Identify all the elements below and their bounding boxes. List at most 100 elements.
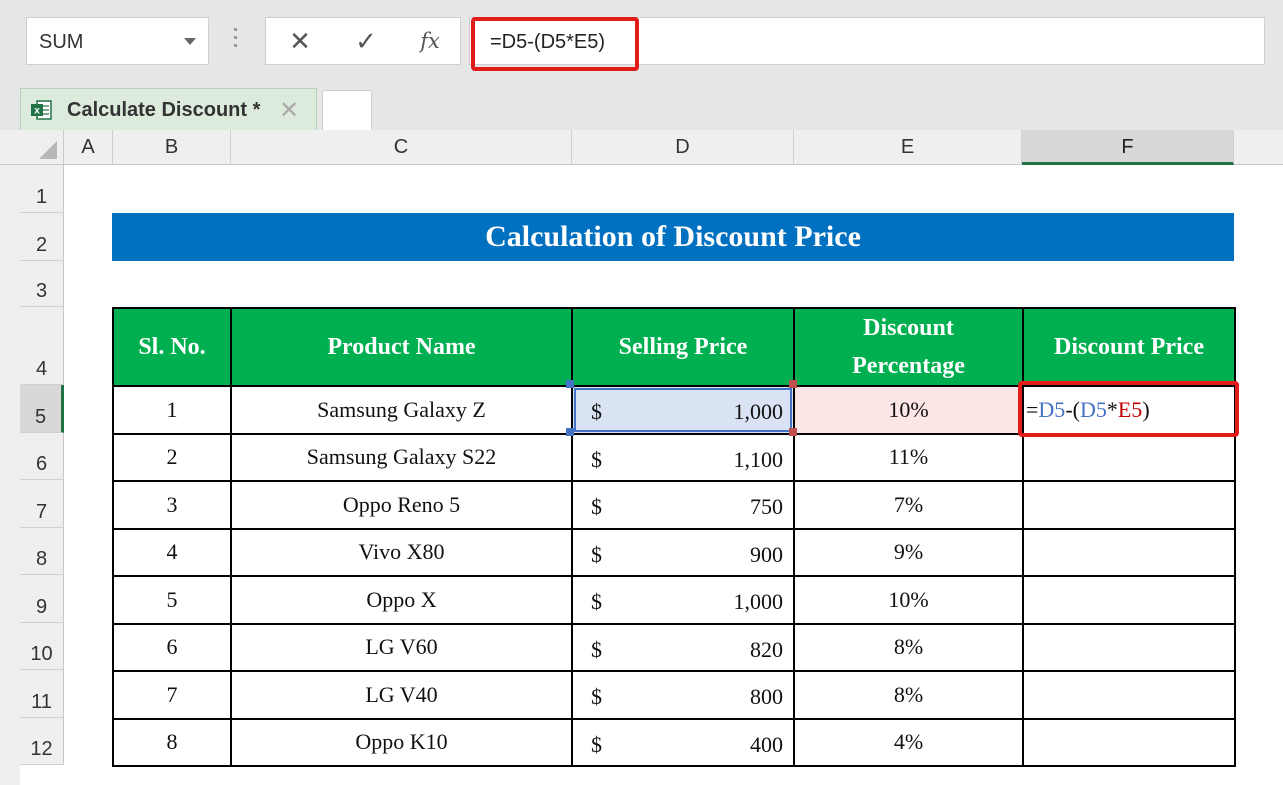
- insert-function-icon[interactable]: fx: [410, 24, 450, 58]
- row-header-6[interactable]: 6: [20, 433, 64, 480]
- tab-label: Calculate Discount *: [67, 99, 261, 121]
- cell-sl[interactable]: 6: [112, 622, 232, 672]
- column-header-d[interactable]: D: [572, 130, 794, 165]
- cell-sl[interactable]: 7: [112, 670, 232, 720]
- cell-selling-price[interactable]: $800: [571, 670, 795, 720]
- cell-product-name[interactable]: Samsung Galaxy S22: [230, 432, 573, 482]
- cell-selling-price[interactable]: $1,000: [571, 575, 795, 625]
- cell-sl[interactable]: 8: [112, 717, 232, 767]
- cell-product-name[interactable]: Samsung Galaxy Z: [230, 385, 573, 435]
- cancel-icon[interactable]: ✕: [280, 24, 320, 58]
- price-value: 400: [750, 731, 783, 757]
- new-tab-button[interactable]: [322, 90, 372, 130]
- column-header-blank: [1234, 130, 1283, 165]
- cell-discount-price[interactable]: [1022, 717, 1236, 767]
- name-box[interactable]: SUM: [26, 17, 209, 65]
- chevron-down-icon[interactable]: [184, 38, 196, 45]
- name-box-value: SUM: [39, 31, 84, 53]
- cell-discount-percentage[interactable]: 10%: [793, 575, 1024, 625]
- table-row: 7 LG V40 $800 8%: [112, 670, 1236, 720]
- selection-handle-e5-tl[interactable]: [789, 380, 797, 388]
- cell-discount-percentage[interactable]: 8%: [793, 670, 1024, 720]
- cell-discount-percentage[interactable]: 10%: [793, 385, 1024, 435]
- cell-sl[interactable]: 3: [112, 480, 232, 530]
- cell-discount-percentage[interactable]: 4%: [793, 717, 1024, 767]
- row-header-8[interactable]: 8: [20, 528, 64, 575]
- cell-discount-percentage[interactable]: 8%: [793, 622, 1024, 672]
- selection-handle-d5-tl[interactable]: [566, 380, 574, 388]
- table-row: 4 Vivo X80 $900 9%: [112, 527, 1236, 577]
- row-header-7[interactable]: 7: [20, 480, 64, 528]
- table-row: 8 Oppo K10 $400 4%: [112, 717, 1236, 767]
- discount-table: Sl. No. Product Name Selling Price Disco…: [112, 307, 1236, 767]
- cell-selling-price[interactable]: $1,000: [571, 385, 795, 435]
- cell-discount-price[interactable]: [1022, 622, 1236, 672]
- row-header-2[interactable]: 2: [20, 213, 64, 261]
- currency-symbol: $: [591, 684, 602, 709]
- column-header-c[interactable]: C: [231, 130, 572, 165]
- row-header-11[interactable]: 11: [20, 670, 64, 718]
- cell-discount-price[interactable]: [1022, 670, 1236, 720]
- cell-selling-price[interactable]: $1,100: [571, 432, 795, 482]
- row-header-4[interactable]: 4: [20, 307, 64, 385]
- tab-calculate-discount[interactable]: x Calculate Discount * ✕: [20, 88, 317, 130]
- cell-selling-price[interactable]: $400: [571, 717, 795, 767]
- selection-handle-d5-bl[interactable]: [566, 428, 574, 436]
- cell-sl[interactable]: 2: [112, 432, 232, 482]
- enter-icon[interactable]: ✓: [346, 24, 386, 58]
- cell-product-name[interactable]: Oppo X: [230, 575, 573, 625]
- cell-product-name[interactable]: Oppo Reno 5: [230, 480, 573, 530]
- svg-text:x: x: [34, 106, 40, 117]
- cell-discount-price[interactable]: [1022, 575, 1236, 625]
- column-header-f[interactable]: F: [1022, 130, 1234, 165]
- price-value: 750: [750, 494, 783, 519]
- cell-sl[interactable]: 4: [112, 527, 232, 577]
- cell-discount-percentage[interactable]: 9%: [793, 527, 1024, 577]
- sheet-title-banner: Calculation of Discount Price: [112, 213, 1234, 261]
- cell-product-name[interactable]: Vivo X80: [230, 527, 573, 577]
- row-header-1[interactable]: 1: [20, 165, 64, 213]
- cell-discount-price[interactable]: [1022, 527, 1236, 577]
- row-header-5[interactable]: 5: [20, 385, 64, 433]
- header-selling-price[interactable]: Selling Price: [571, 307, 795, 387]
- table-row: 2 Samsung Galaxy S22 $1,100 11%: [112, 432, 1236, 482]
- cell-selling-price[interactable]: $900: [571, 527, 795, 577]
- close-icon[interactable]: ✕: [279, 96, 299, 125]
- cell-discount-price[interactable]: [1022, 432, 1236, 482]
- currency-symbol: $: [591, 636, 602, 662]
- header-sl-no[interactable]: Sl. No.: [112, 307, 232, 387]
- table-row: 6 LG V60 $820 8%: [112, 622, 1236, 672]
- column-header-a[interactable]: A: [64, 130, 113, 165]
- row-header-12[interactable]: 12: [20, 718, 64, 765]
- cell-product-name[interactable]: LG V60: [230, 622, 573, 672]
- cell-discount-percentage[interactable]: 7%: [793, 480, 1024, 530]
- currency-symbol: $: [591, 541, 602, 567]
- selection-handle-e5-bl[interactable]: [789, 428, 797, 436]
- active-cell-highlight-box: [1018, 381, 1239, 437]
- table-header-row: Sl. No. Product Name Selling Price Disco…: [112, 307, 1236, 387]
- header-discount-percentage[interactable]: Discount Percentage: [793, 307, 1024, 387]
- row-header-strip: [0, 165, 20, 785]
- cell-selling-price[interactable]: $820: [571, 622, 795, 672]
- cell-discount-percentage[interactable]: 11%: [793, 432, 1024, 482]
- cell-sl[interactable]: 1: [112, 385, 232, 435]
- select-all-corner[interactable]: [0, 130, 64, 165]
- row-header-9[interactable]: 9: [20, 575, 64, 623]
- more-options-icon[interactable]: [232, 28, 238, 54]
- price-value: 800: [750, 684, 783, 709]
- cell-discount-price[interactable]: [1022, 480, 1236, 530]
- currency-symbol: $: [591, 446, 602, 472]
- header-discount-price[interactable]: Discount Price: [1022, 307, 1236, 387]
- column-header-b[interactable]: B: [113, 130, 231, 165]
- cell-product-name[interactable]: LG V40: [230, 670, 573, 720]
- cell-selling-price[interactable]: $750: [571, 480, 795, 530]
- currency-symbol: $: [591, 589, 602, 614]
- row-header-3[interactable]: 3: [20, 261, 64, 307]
- cell-sl[interactable]: 5: [112, 575, 232, 625]
- column-header-e[interactable]: E: [794, 130, 1022, 165]
- price-value: 1,000: [733, 589, 784, 614]
- table-row: 3 Oppo Reno 5 $750 7%: [112, 480, 1236, 530]
- header-product-name[interactable]: Product Name: [230, 307, 573, 387]
- cell-product-name[interactable]: Oppo K10: [230, 717, 573, 767]
- row-header-10[interactable]: 10: [20, 623, 64, 670]
